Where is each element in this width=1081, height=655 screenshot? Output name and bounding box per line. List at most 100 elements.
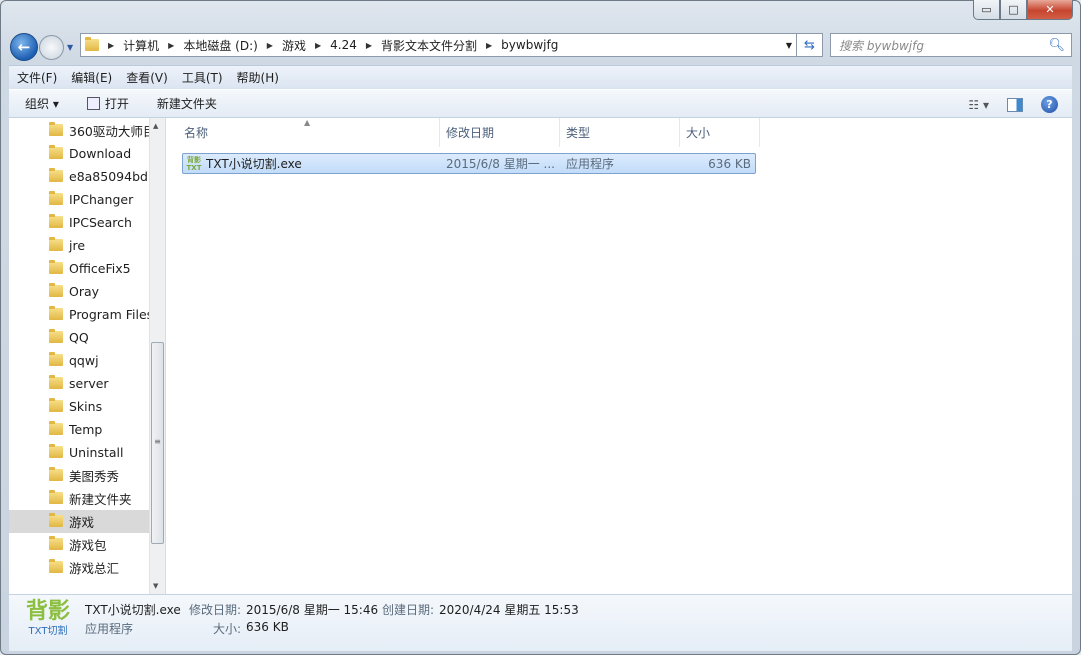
sidebar-item[interactable]: Download <box>9 142 149 165</box>
breadcrumb-item[interactable]: 游戏 <box>282 37 306 54</box>
sidebar-item[interactable]: IPChanger <box>9 188 149 211</box>
organize-button[interactable]: 组织 ▾ <box>25 95 59 112</box>
menu-view[interactable]: 查看(V) <box>126 69 168 86</box>
new-folder-button[interactable]: 新建文件夹 <box>157 95 217 112</box>
sidebar-item-label: Download <box>69 146 132 161</box>
window-controls: ▭ □ ✕ <box>973 0 1073 20</box>
folder-icon <box>49 536 63 550</box>
file-type: 应用程序 <box>566 157 615 171</box>
details-pane: 背影 TXT切割 TXT小说切割.exe 修改日期: 2015/6/8 星期一 1… <box>9 594 1072 651</box>
breadcrumb-item[interactable]: 4.24 <box>330 38 357 52</box>
breadcrumb-separator-icon[interactable]: ▶ <box>366 41 372 50</box>
sidebar-item[interactable]: server <box>9 372 149 395</box>
folder-icon <box>49 260 63 274</box>
open-button[interactable]: 打开 <box>86 95 129 112</box>
scrollbar-thumb[interactable]: ≡ <box>151 342 164 544</box>
sidebar-item-label: 新建文件夹 <box>69 492 132 507</box>
column-header-size[interactable]: 大小 <box>680 118 760 147</box>
sidebar-item[interactable]: Uninstall <box>9 441 149 464</box>
sidebar-item[interactable]: 360驱动大师目 <box>9 119 149 142</box>
breadcrumb-separator-icon[interactable]: ▶ <box>486 41 492 50</box>
close-button[interactable]: ✕ <box>1027 0 1073 20</box>
breadcrumb-separator-icon[interactable]: ▶ <box>267 41 273 50</box>
detail-modified-label: 修改日期: <box>189 603 242 617</box>
file-size: 636 KB <box>708 156 751 171</box>
menu-tools[interactable]: 工具(T) <box>182 69 223 86</box>
sidebar-item-label: jre <box>69 238 86 253</box>
breadcrumb-separator-icon[interactable]: ▶ <box>315 41 321 50</box>
address-bar[interactable]: ▶ 计算机 ▶ 本地磁盘 (D:) ▶ 游戏 ▶ 4.24 ▶ 背影文本文件分割 ▶ bywbwjfg… <box>80 33 797 57</box>
back-button[interactable]: ← <box>10 33 38 61</box>
breadcrumb-item[interactable]: 计算机 <box>123 37 159 54</box>
sidebar-item[interactable]: OfficeFix5 <box>9 257 149 280</box>
sidebar-item-label: 美图秀秀 <box>69 469 120 484</box>
breadcrumb-item[interactable]: 本地磁盘 (D:) <box>183 37 257 54</box>
detail-size-label: 大小: <box>213 622 242 636</box>
app-icon: 背影 TXT <box>186 156 202 172</box>
folder-icon <box>49 444 63 458</box>
sidebar-item[interactable]: Oray <box>9 280 149 303</box>
command-bar: 组织 ▾ 打开 新建文件夹 ☷ ▾ ? <box>9 89 1072 118</box>
help-icon[interactable]: ? <box>1041 96 1058 113</box>
view-options-icon[interactable]: ☷ ▾ <box>968 98 989 112</box>
sidebar-item[interactable]: Program Files <box>9 303 149 326</box>
sidebar-item[interactable]: 游戏 <box>9 510 149 533</box>
folder-icon <box>49 306 63 320</box>
maximize-button[interactable]: □ <box>1000 0 1027 20</box>
sidebar-item[interactable]: IPCSearch <box>9 211 149 234</box>
folder-icon <box>49 168 63 182</box>
sidebar-item[interactable]: jre <box>9 234 149 257</box>
folder-icon <box>49 191 63 205</box>
detail-created-label: 创建日期: <box>382 603 435 617</box>
breadcrumb-separator-icon[interactable]: ▶ <box>168 41 174 50</box>
folder-icon <box>49 329 63 343</box>
menu-file[interactable]: 文件(F) <box>17 69 57 86</box>
open-label: 打开 <box>104 97 129 111</box>
sidebar-item[interactable]: e8a85094bdb <box>9 165 149 188</box>
folder-icon <box>49 122 63 136</box>
scroll-down-icon[interactable]: ▼ <box>153 582 158 590</box>
detail-created: 2020/4/24 星期五 15:53 <box>439 603 579 617</box>
search-input[interactable]: 搜索 bywbwjfg 🔍︎ <box>830 33 1072 57</box>
sidebar-item[interactable]: 游戏包 <box>9 533 149 556</box>
sidebar-item[interactable]: Temp <box>9 418 149 441</box>
sidebar-item-label: Oray <box>69 284 100 299</box>
detail-name: TXT小说切割.exe <box>85 603 181 617</box>
navigation-pane: 360驱动大师目 Download e8a85094bdb IPChanger IPCS… <box>9 118 166 594</box>
sidebar-item[interactable]: 新建文件夹 <box>9 487 149 510</box>
scroll-up-icon[interactable]: ▲ <box>153 122 158 130</box>
sidebar-item[interactable]: Skins <box>9 395 149 418</box>
address-dropdown-icon[interactable]: ▼ <box>786 41 792 50</box>
preview-pane-icon[interactable] <box>1007 97 1023 112</box>
forward-button[interactable] <box>39 34 64 60</box>
header-label: 修改日期 <box>446 126 495 140</box>
app-large-icon: 背影 TXT切割 <box>25 599 70 637</box>
file-list: 名称 ▲ 修改日期 类型 大小 背影 TXT TXT小说切割.exe 2015/6… <box>166 118 1072 594</box>
sidebar-item-label: Skins <box>69 399 103 414</box>
sidebar-item[interactable]: 美图秀秀 <box>9 464 149 487</box>
breadcrumb-item[interactable]: 背影文本文件分割 <box>381 37 477 54</box>
search-icon[interactable]: 🔍︎ <box>1048 38 1065 53</box>
sidebar-item-label: IPChanger <box>69 192 134 207</box>
sidebar-item[interactable]: 游戏总汇 <box>9 556 149 579</box>
breadcrumb-separator-icon[interactable]: ▶ <box>108 41 114 50</box>
sidebar-item[interactable]: qqwj <box>9 349 149 372</box>
sidebar-item-label: OfficeFix5 <box>69 261 131 276</box>
folder-icon <box>49 559 63 573</box>
menu-edit[interactable]: 编辑(E) <box>71 69 112 86</box>
breadcrumb: ▶ 计算机 ▶ 本地磁盘 (D:) ▶ 游戏 ▶ 4.24 ▶ 背影文本文件分割 ▶ bywbwjfg <box>99 37 558 54</box>
refresh-button[interactable]: ⇆ <box>797 33 823 57</box>
sidebar-scrollbar[interactable]: ▲ ≡ ▼ <box>149 118 165 594</box>
sidebar-item[interactable]: QQ <box>9 326 149 349</box>
column-header-modified[interactable]: 修改日期 <box>440 118 560 147</box>
breadcrumb-item[interactable]: bywbwjfg <box>501 38 558 52</box>
open-icon <box>86 97 100 110</box>
sidebar-item-label: Uninstall <box>69 445 124 460</box>
minimize-button[interactable]: ▭ <box>973 0 1000 20</box>
refresh-icon: ⇆ <box>804 37 815 53</box>
column-header-type[interactable]: 类型 <box>560 118 680 147</box>
file-name: TXT小说切割.exe <box>206 157 302 171</box>
recent-pages-dropdown[interactable]: ▼ <box>67 43 73 52</box>
menu-help[interactable]: 帮助(H) <box>237 69 279 86</box>
file-row[interactable]: 背影 TXT TXT小说切割.exe 2015/6/8 星期一 ... 应用程序 … <box>182 153 756 174</box>
